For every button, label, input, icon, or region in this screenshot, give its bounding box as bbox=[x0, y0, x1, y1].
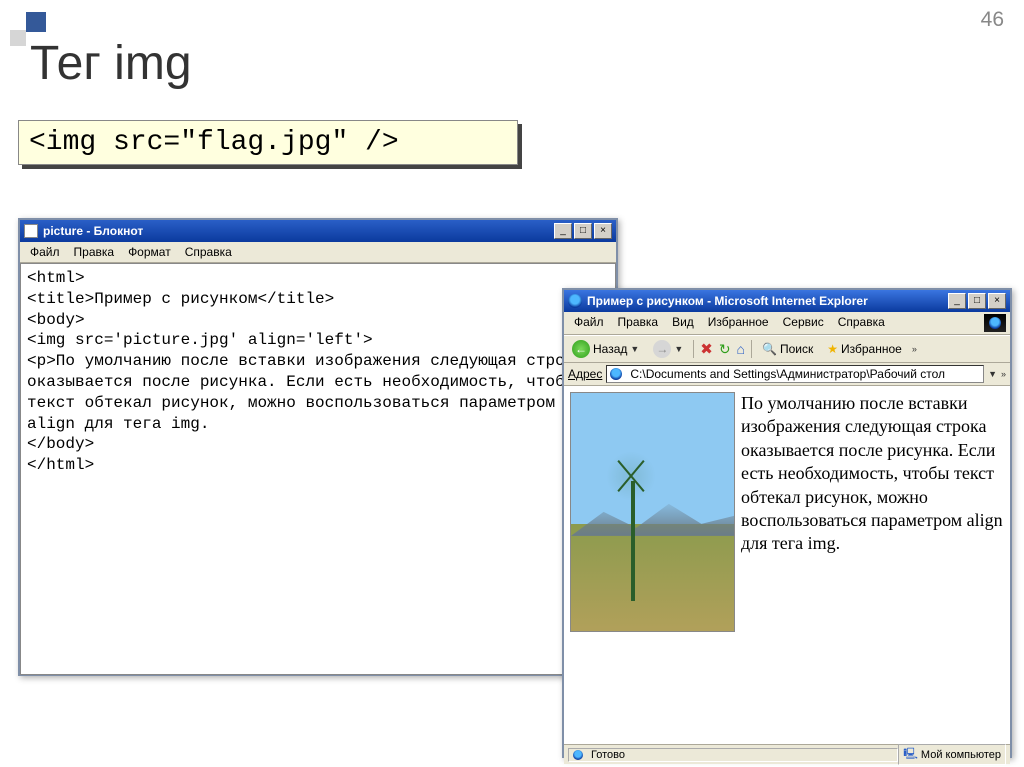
chevron-down-icon: ▼ bbox=[630, 344, 639, 354]
forward-button[interactable]: → ▼ bbox=[649, 339, 687, 359]
menu-edit[interactable]: Правка bbox=[612, 314, 665, 332]
notepad-body[interactable]: <html> <title>Пример с рисунком</title> … bbox=[20, 263, 616, 675]
home-icon[interactable]: ⌂ bbox=[737, 341, 745, 357]
address-dropdown-icon[interactable]: ▼ bbox=[988, 369, 997, 379]
menu-view[interactable]: Вид bbox=[666, 314, 700, 332]
notepad-icon bbox=[24, 224, 38, 238]
menu-help[interactable]: Справка bbox=[832, 314, 891, 332]
ie-toolbar: ← Назад ▼ → ▼ ✖ ↻ ⌂ 🔍 Поиск ★ Избранное … bbox=[564, 335, 1010, 363]
page-image bbox=[570, 392, 735, 632]
ie-title: Пример с рисунком - Microsoft Internet E… bbox=[587, 294, 948, 308]
notepad-close-button[interactable]: × bbox=[594, 223, 612, 239]
ie-min-button[interactable]: _ bbox=[948, 293, 966, 309]
menu-edit[interactable]: Правка bbox=[68, 244, 121, 260]
star-icon: ★ bbox=[827, 342, 838, 356]
address-value: C:\Documents and Settings\Администратор\… bbox=[630, 367, 945, 381]
status-ready: Готово bbox=[568, 748, 898, 762]
notepad-max-button[interactable]: □ bbox=[574, 223, 592, 239]
notepad-menubar: Файл Правка Формат Справка bbox=[20, 242, 616, 263]
page-number: 46 bbox=[981, 8, 1004, 32]
ie-icon bbox=[568, 294, 582, 308]
notepad-titlebar[interactable]: picture - Блокнот _ □ × bbox=[20, 220, 616, 242]
back-arrow-icon: ← bbox=[572, 340, 590, 358]
menu-tools[interactable]: Сервис bbox=[777, 314, 830, 332]
search-icon: 🔍 bbox=[762, 342, 777, 356]
address-label: Адрес bbox=[568, 367, 602, 381]
toolbar-overflow-icon[interactable]: » bbox=[912, 344, 917, 354]
ie-brand-icon bbox=[984, 314, 1006, 332]
notepad-text[interactable]: <html> <title>Пример с рисунком</title> … bbox=[21, 264, 615, 480]
refresh-icon[interactable]: ↻ bbox=[719, 341, 731, 358]
address-field[interactable]: C:\Documents and Settings\Администратор\… bbox=[606, 365, 984, 383]
search-label: Поиск bbox=[780, 342, 813, 356]
ie-max-button[interactable]: □ bbox=[968, 293, 986, 309]
search-button[interactable]: 🔍 Поиск bbox=[758, 341, 817, 357]
favorites-button[interactable]: ★ Избранное bbox=[823, 341, 906, 357]
computer-icon: 🖳 bbox=[903, 745, 918, 764]
ie-titlebar[interactable]: Пример с рисунком - Microsoft Internet E… bbox=[564, 290, 1010, 312]
page-text: По умолчанию после вставки изображения с… bbox=[741, 393, 1003, 553]
back-button[interactable]: ← Назад ▼ bbox=[568, 339, 643, 359]
menu-format[interactable]: Формат bbox=[122, 244, 177, 260]
page-icon bbox=[610, 368, 622, 380]
status-zone: 🖳 Мой компьютер bbox=[898, 744, 1006, 765]
page-icon bbox=[573, 750, 583, 760]
notepad-title: picture - Блокнот bbox=[43, 224, 554, 238]
slide-title: Тег img bbox=[30, 36, 192, 91]
favorites-label: Избранное bbox=[841, 342, 902, 356]
addressbar-overflow-icon[interactable]: » bbox=[1001, 369, 1006, 379]
chevron-down-icon: ▼ bbox=[674, 344, 683, 354]
ie-menubar: Файл Правка Вид Избранное Сервис Справка bbox=[564, 312, 1010, 335]
ie-statusbar: Готово 🖳 Мой компьютер bbox=[564, 744, 1010, 764]
forward-arrow-icon: → bbox=[653, 340, 671, 358]
notepad-min-button[interactable]: _ bbox=[554, 223, 572, 239]
ie-close-button[interactable]: × bbox=[988, 293, 1006, 309]
menu-file[interactable]: Файл bbox=[568, 314, 610, 332]
menu-favorites[interactable]: Избранное bbox=[702, 314, 775, 332]
stop-icon[interactable]: ✖ bbox=[700, 340, 713, 358]
menu-help[interactable]: Справка bbox=[179, 244, 238, 260]
ie-window: Пример с рисунком - Microsoft Internet E… bbox=[562, 288, 1012, 758]
ie-page-body[interactable]: По умолчанию после вставки изображения с… bbox=[564, 386, 1010, 744]
menu-file[interactable]: Файл bbox=[24, 244, 66, 260]
code-example: <img src="flag.jpg" /> bbox=[18, 120, 518, 165]
notepad-window: picture - Блокнот _ □ × Файл Правка Форм… bbox=[18, 218, 618, 676]
ie-addressbar: Адрес C:\Documents and Settings\Админист… bbox=[564, 363, 1010, 386]
back-label: Назад bbox=[593, 342, 627, 356]
